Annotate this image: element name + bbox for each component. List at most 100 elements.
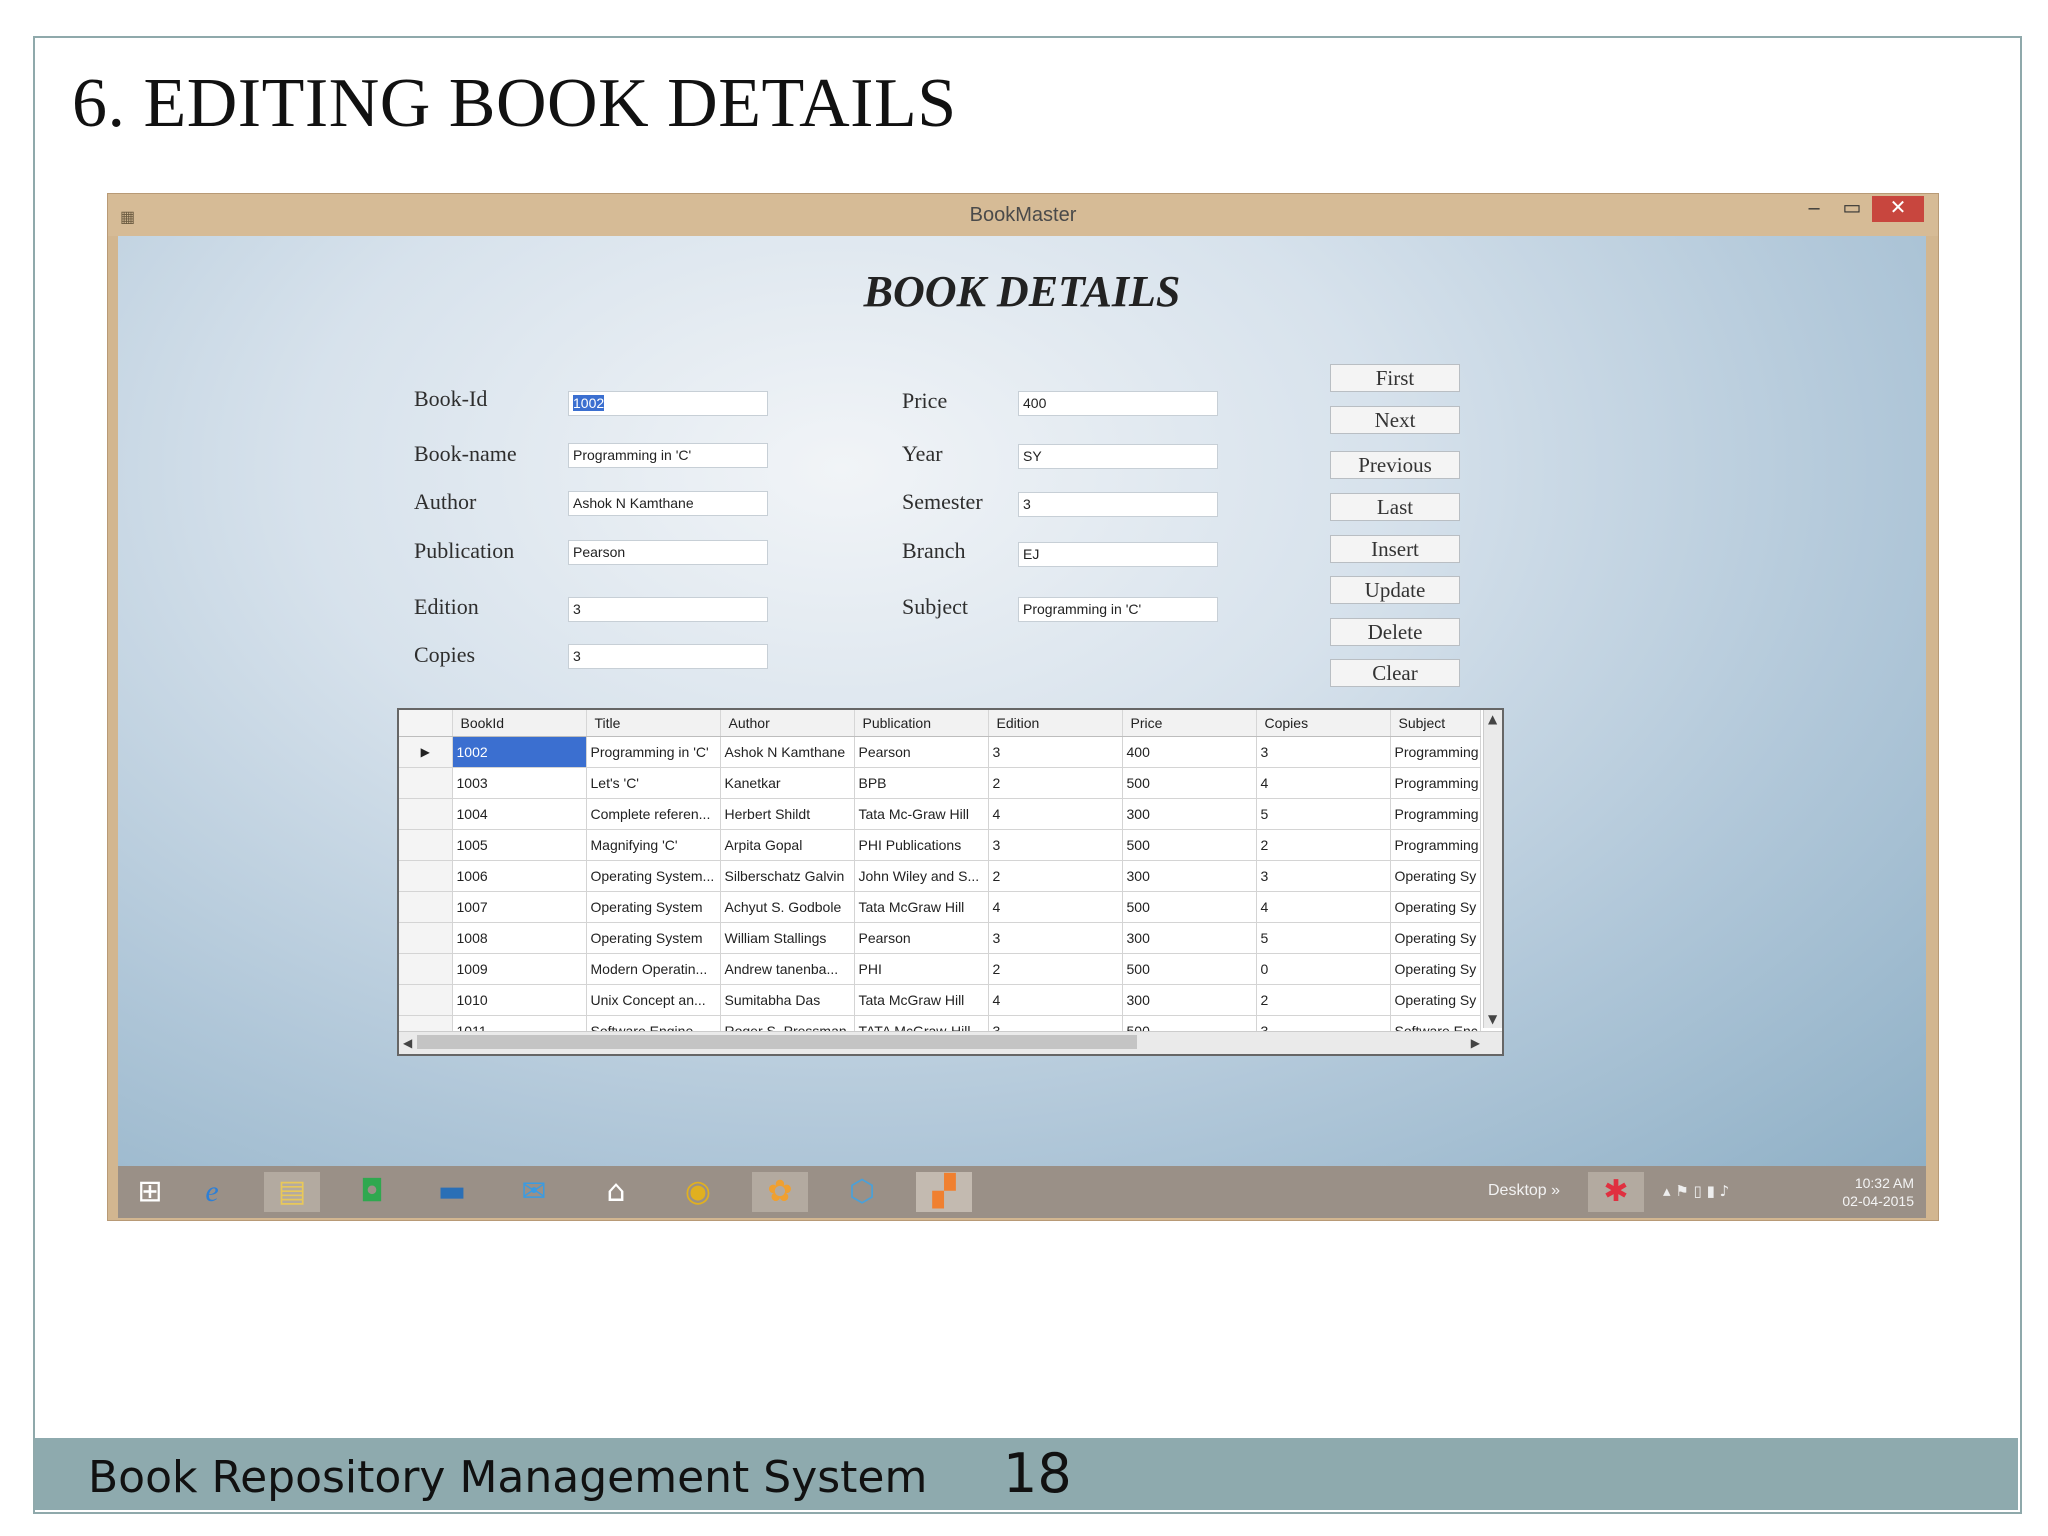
- table-cell[interactable]: 4: [1256, 767, 1391, 799]
- table-cell[interactable]: Tata McGraw Hill: [854, 891, 989, 923]
- table-cell[interactable]: Let's 'C': [586, 767, 721, 799]
- table-cell[interactable]: PHI: [854, 953, 989, 985]
- desktop-icon[interactable]: ▬: [424, 1172, 480, 1212]
- battery-icon[interactable]: ▯: [1694, 1182, 1702, 1200]
- table-cell[interactable]: Magnifying 'C': [586, 829, 721, 861]
- table-cell[interactable]: 4: [988, 798, 1123, 830]
- table-cell[interactable]: 300: [1122, 798, 1257, 830]
- column-header[interactable]: Author: [720, 710, 855, 737]
- desktop-toolbar-label[interactable]: Desktop »: [1488, 1182, 1560, 1200]
- copies-input[interactable]: 3: [568, 644, 768, 669]
- tray-expand-icon[interactable]: ▴: [1663, 1182, 1671, 1200]
- table-cell[interactable]: 0: [1256, 953, 1391, 985]
- delete-button[interactable]: Delete: [1330, 618, 1460, 646]
- system-tray[interactable]: ▴ ⚑ ▯ ▮ ♪: [1663, 1182, 1729, 1200]
- table-cell[interactable]: Programming: [1390, 767, 1481, 799]
- row-header-cell[interactable]: [399, 953, 453, 985]
- table-cell[interactable]: 500: [1122, 829, 1257, 861]
- table-row[interactable]: 1005 Magnifying 'C' Arpita Gopal PHI Public…: [399, 829, 1481, 861]
- column-header[interactable]: Subject: [1390, 710, 1481, 737]
- chrome-icon[interactable]: ◉: [670, 1172, 726, 1212]
- network-icon[interactable]: ▮: [1707, 1182, 1715, 1200]
- scroll-up-icon[interactable]: ▲: [1488, 712, 1497, 726]
- update-button[interactable]: Update: [1330, 576, 1460, 604]
- table-cell[interactable]: Sumitabha Das: [720, 984, 855, 1016]
- table-cell[interactable]: 1010: [452, 984, 587, 1016]
- table-cell[interactable]: 1004: [452, 798, 587, 830]
- table-cell[interactable]: PHI Publications: [854, 829, 989, 861]
- table-cell[interactable]: William Stallings: [720, 922, 855, 954]
- table-row[interactable]: 1003 Let's 'C' Kanetkar BPB 2 500 4 Programming: [399, 767, 1481, 799]
- row-header-cell[interactable]: [399, 829, 453, 861]
- volume-icon[interactable]: ♪: [1720, 1182, 1730, 1200]
- table-cell[interactable]: Herbert Shildt: [720, 798, 855, 830]
- store-icon[interactable]: ◘: [344, 1172, 400, 1212]
- table-cell[interactable]: 1007: [452, 891, 587, 923]
- row-header-cell[interactable]: [399, 860, 453, 892]
- publication-input[interactable]: Pearson: [568, 540, 768, 565]
- table-cell[interactable]: 2: [988, 767, 1123, 799]
- table-cell[interactable]: BPB: [854, 767, 989, 799]
- table-cell[interactable]: Programming: [1390, 798, 1481, 830]
- table-cell[interactable]: 3: [988, 922, 1123, 954]
- table-cell[interactable]: Tata Mc-Graw Hill: [854, 798, 989, 830]
- table-cell[interactable]: 1002: [452, 736, 587, 768]
- taskbar-clock[interactable]: 10:32 AM 02-04-2015: [1828, 1174, 1914, 1210]
- table-cell[interactable]: John Wiley and S...: [854, 860, 989, 892]
- table-cell[interactable]: 5: [1256, 922, 1391, 954]
- column-header[interactable]: Price: [1122, 710, 1257, 737]
- table-row[interactable]: 1007 Operating System Achyut S. Godbole Tat…: [399, 891, 1481, 923]
- horizontal-scrollbar[interactable]: ◀ ▶: [399, 1031, 1502, 1054]
- column-header[interactable]: Edition: [988, 710, 1123, 737]
- table-cell[interactable]: Silberschatz Galvin: [720, 860, 855, 892]
- table-cell[interactable]: Achyut S. Godbole: [720, 891, 855, 923]
- table-cell[interactable]: 3: [1256, 736, 1391, 768]
- window-titlebar[interactable]: ▦ BookMaster – ▭ ✕: [108, 194, 1938, 236]
- table-cell[interactable]: 1003: [452, 767, 587, 799]
- next-button[interactable]: Next: [1330, 406, 1460, 434]
- media-icon[interactable]: ✿: [752, 1172, 808, 1212]
- table-cell[interactable]: 400: [1122, 736, 1257, 768]
- cube-app-icon[interactable]: ⬡: [834, 1172, 890, 1212]
- table-cell[interactable]: Unix Concept an...: [586, 984, 721, 1016]
- column-header[interactable]: Copies: [1256, 710, 1391, 737]
- row-header-cell[interactable]: [399, 798, 453, 830]
- previous-button[interactable]: Previous: [1330, 451, 1460, 479]
- running-app-icon[interactable]: ✱: [1588, 1172, 1644, 1212]
- table-cell[interactable]: 1006: [452, 860, 587, 892]
- table-row[interactable]: 1008 Operating System William Stallings Pea…: [399, 922, 1481, 954]
- scroll-right-icon[interactable]: ▶: [1471, 1036, 1480, 1050]
- column-header[interactable]: Publication: [854, 710, 989, 737]
- table-cell[interactable]: Operating Sy: [1390, 860, 1481, 892]
- file-explorer-icon[interactable]: ▤: [264, 1172, 320, 1212]
- table-cell[interactable]: Operating System...: [586, 860, 721, 892]
- table-cell[interactable]: 2: [988, 953, 1123, 985]
- table-cell[interactable]: 300: [1122, 922, 1257, 954]
- book-id-input[interactable]: 1002: [568, 391, 768, 416]
- table-cell[interactable]: Operating System: [586, 891, 721, 923]
- table-row[interactable]: ▶ 1002 Programming in 'C' Ashok N Kamthane P…: [399, 736, 1481, 768]
- table-cell[interactable]: 2: [1256, 984, 1391, 1016]
- table-row[interactable]: 1004 Complete referen... Herbert Shildt Tat…: [399, 798, 1481, 830]
- scroll-left-icon[interactable]: ◀: [403, 1036, 412, 1050]
- table-cell[interactable]: 1008: [452, 922, 587, 954]
- edition-input[interactable]: 3: [568, 597, 768, 622]
- table-cell[interactable]: 1005: [452, 829, 587, 861]
- table-cell[interactable]: 500: [1122, 767, 1257, 799]
- office-app-icon[interactable]: ▞: [916, 1172, 972, 1212]
- table-cell[interactable]: 2: [988, 860, 1123, 892]
- table-cell[interactable]: Modern Operatin...: [586, 953, 721, 985]
- table-cell[interactable]: Operating Sy: [1390, 922, 1481, 954]
- table-cell[interactable]: Kanetkar: [720, 767, 855, 799]
- table-cell[interactable]: Pearson: [854, 922, 989, 954]
- table-cell[interactable]: 1009: [452, 953, 587, 985]
- table-cell[interactable]: Operating Sy: [1390, 891, 1481, 923]
- first-button[interactable]: First: [1330, 364, 1460, 392]
- column-header[interactable]: Title: [586, 710, 721, 737]
- close-button[interactable]: ✕: [1872, 196, 1924, 222]
- minimize-button[interactable]: –: [1796, 196, 1832, 222]
- maximize-button[interactable]: ▭: [1834, 196, 1870, 222]
- scroll-down-icon[interactable]: ▼: [1488, 1012, 1497, 1026]
- table-cell[interactable]: 300: [1122, 984, 1257, 1016]
- home-icon[interactable]: ⌂: [588, 1172, 644, 1212]
